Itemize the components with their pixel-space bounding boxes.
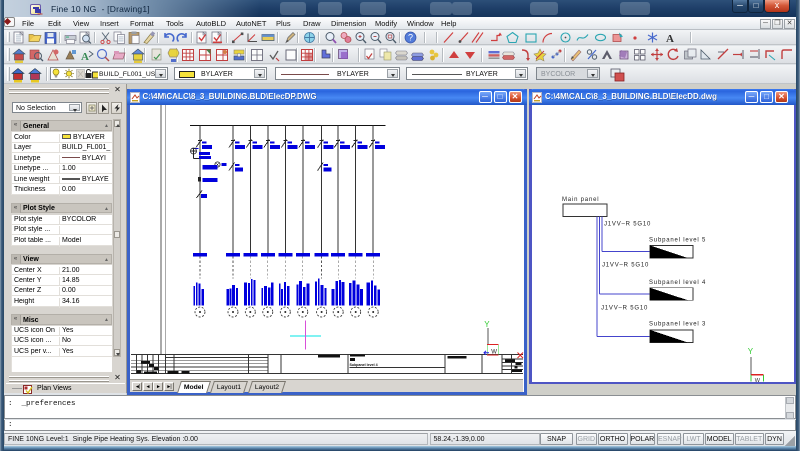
svg-text:A: A bbox=[666, 33, 674, 45]
svg-text:J1VV–R 5G10: J1VV–R 5G10 bbox=[604, 221, 651, 227]
svg-text:A: A bbox=[81, 51, 89, 63]
svg-text:Y: Y bbox=[748, 347, 754, 356]
svg-text:Subpanel level 3: Subpanel level 3 bbox=[649, 321, 706, 327]
svg-text:Subpanel level 4: Subpanel level 4 bbox=[349, 362, 377, 366]
svg-text:W: W bbox=[755, 378, 761, 382]
svg-text:J1VV–R 5G10: J1VV–R 5G10 bbox=[601, 305, 648, 311]
svg-text:W: W bbox=[491, 349, 497, 355]
svg-text:Subpanel level 5: Subpanel level 5 bbox=[649, 237, 706, 243]
svg-text:Main panel: Main panel bbox=[562, 197, 599, 203]
svg-text:?: ? bbox=[408, 33, 413, 43]
svg-text:Y: Y bbox=[484, 319, 490, 328]
svg-text:J1VV–R 5G10: J1VV–R 5G10 bbox=[602, 262, 649, 268]
svg-text:Subpanel level 4: Subpanel level 4 bbox=[649, 280, 706, 286]
